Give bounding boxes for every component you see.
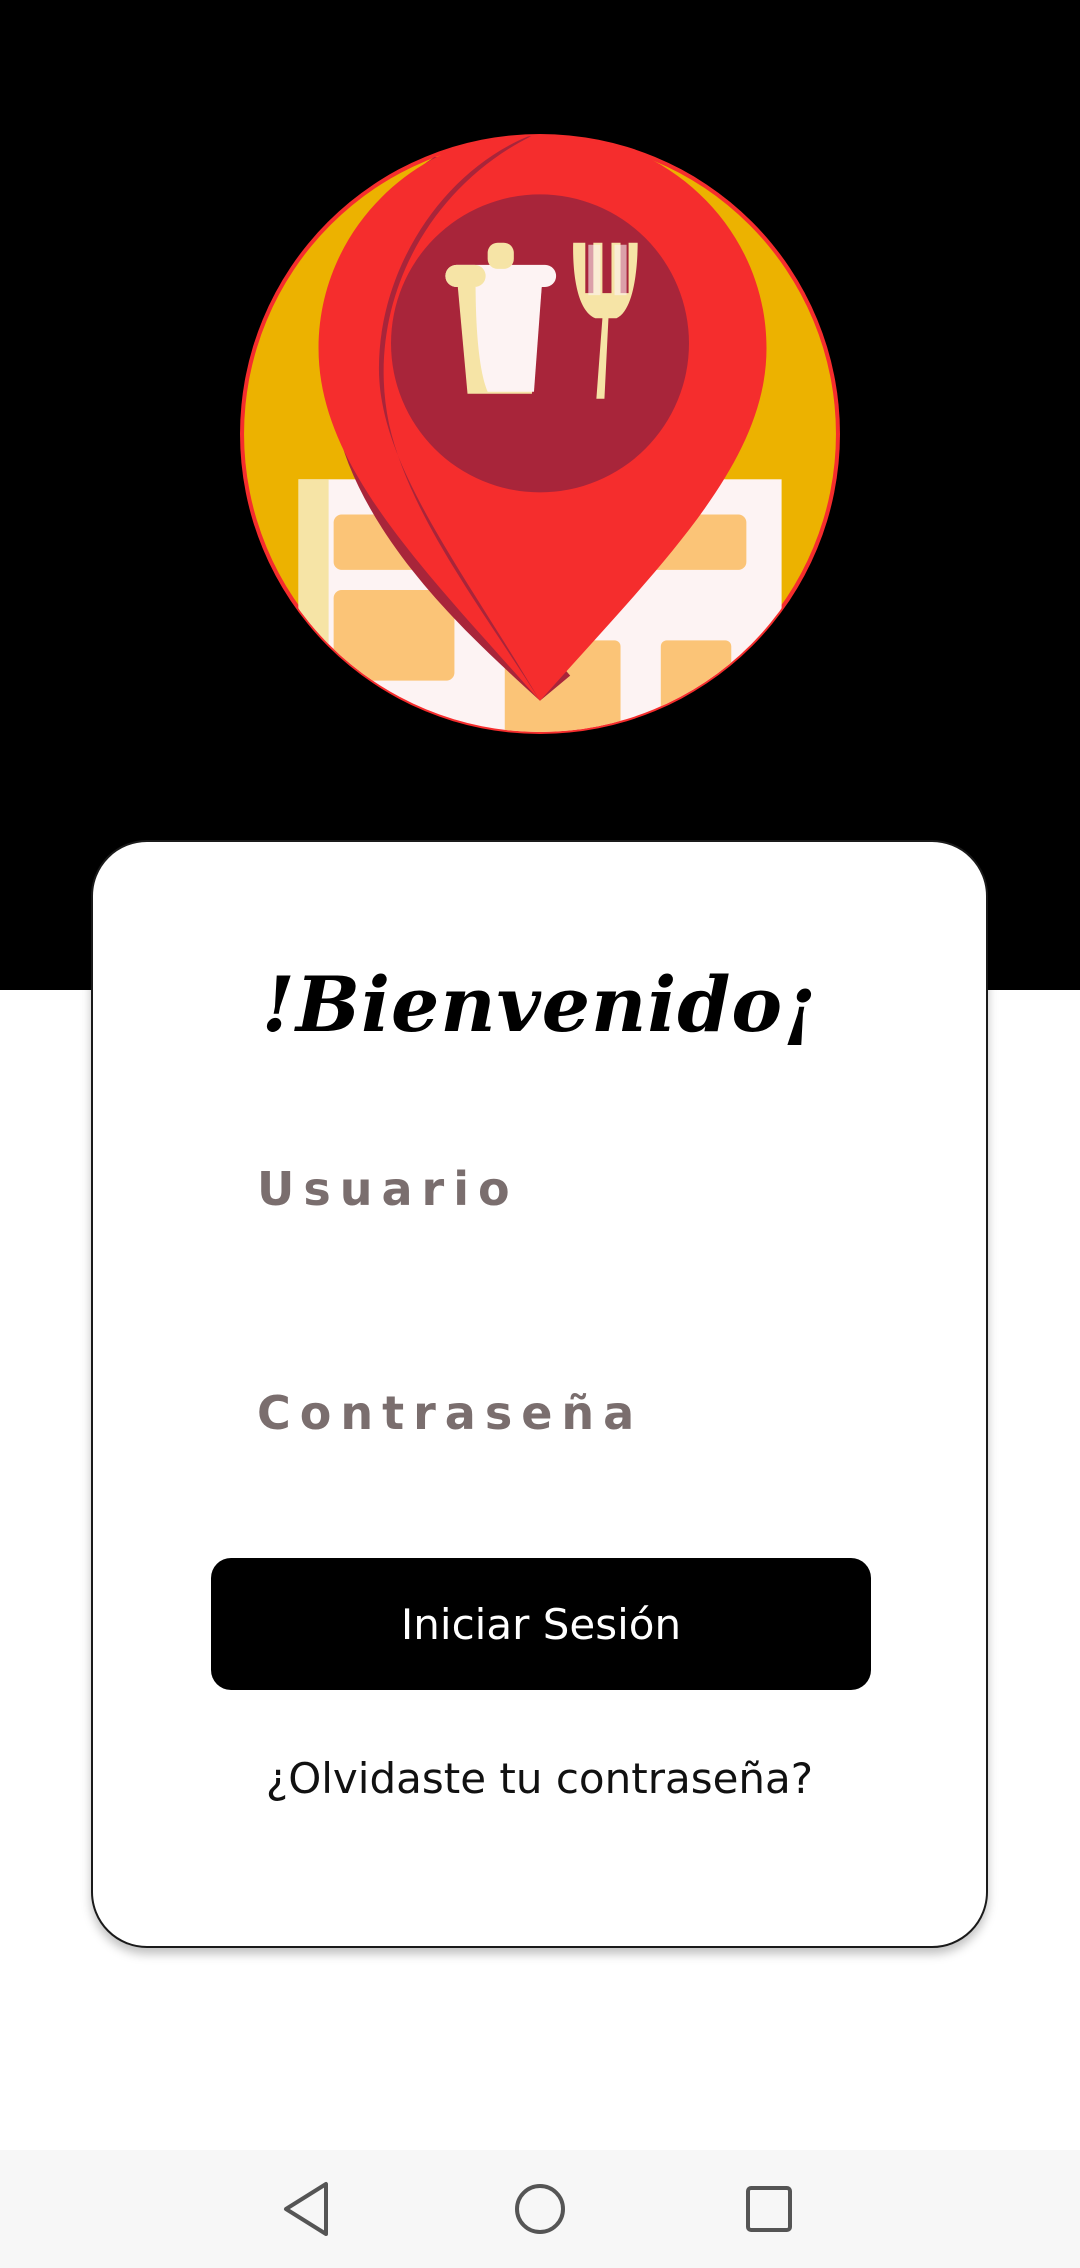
username-field-container bbox=[257, 1134, 817, 1244]
password-field-container bbox=[257, 1358, 817, 1468]
password-input[interactable] bbox=[257, 1358, 817, 1468]
login-button[interactable]: Iniciar Sesión bbox=[211, 1558, 871, 1690]
login-card: !Bienvenido¡ Iniciar Sesión ¿Olvidaste t… bbox=[91, 840, 988, 1948]
nav-recents-button[interactable] bbox=[734, 2174, 804, 2244]
nav-back-button[interactable] bbox=[274, 2174, 344, 2244]
login-screen: !Bienvenido¡ Iniciar Sesión ¿Olvidaste t… bbox=[0, 0, 1080, 2268]
home-circle-icon bbox=[515, 2184, 565, 2234]
username-input[interactable] bbox=[257, 1134, 817, 1244]
app-logo bbox=[238, 132, 842, 736]
welcome-title: !Bienvenido¡ bbox=[261, 960, 818, 1049]
system-navigation-bar bbox=[0, 2150, 1080, 2268]
nav-home-button[interactable] bbox=[505, 2174, 575, 2244]
back-triangle-icon bbox=[284, 2182, 328, 2236]
recents-square-icon bbox=[746, 2186, 792, 2232]
forgot-password-link[interactable]: ¿Olvidaste tu contraseña? bbox=[93, 1754, 986, 1803]
food-location-pin-icon bbox=[240, 134, 840, 734]
